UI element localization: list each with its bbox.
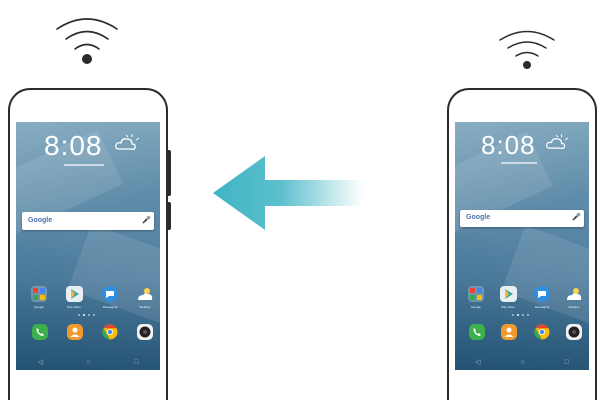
home-icon[interactable]: ○: [520, 359, 524, 366]
weather-cloud-icon: [115, 134, 140, 150]
camera-icon[interactable]: [137, 324, 153, 340]
left-phone: 8:08 Google 🎤 Google Play Store Messagin…: [8, 88, 171, 400]
app-label: Weather: [568, 305, 580, 309]
contacts-icon[interactable]: [67, 324, 83, 340]
mic-icon[interactable]: 🎤: [142, 216, 151, 224]
recents-icon[interactable]: □: [134, 359, 138, 366]
date-label: [501, 162, 537, 164]
app-label: Play Store: [67, 305, 81, 309]
back-icon[interactable]: ◁: [475, 358, 480, 366]
app-label: Messaging: [102, 305, 118, 309]
weather-app-icon[interactable]: [565, 286, 583, 302]
app-label: Google: [34, 305, 44, 309]
home-screen: 8:08 Google 🎤 Google Play Store Messagin…: [16, 122, 160, 370]
mic-icon[interactable]: 🎤: [572, 213, 581, 221]
google-folder-icon[interactable]: [468, 286, 484, 302]
wifi-icon: [499, 30, 555, 69]
date-label: [64, 164, 104, 166]
transfer-arrow-icon: [213, 156, 363, 230]
navigation-bar: ◁ ○ □: [16, 354, 160, 370]
navigation-bar: ◁ ○ □: [455, 354, 589, 370]
page-indicator: [512, 314, 529, 316]
messaging-icon[interactable]: [534, 286, 550, 302]
clock: 8:08: [481, 130, 536, 160]
page-indicator: [78, 314, 95, 316]
right-phone: 8:08 Google 🎤 Google Play Store Messagin…: [447, 88, 597, 400]
chrome-icon[interactable]: [534, 324, 550, 340]
google-logo: Google: [466, 214, 491, 221]
google-logo: Google: [28, 217, 53, 224]
volume-button: [166, 202, 171, 230]
search-bar[interactable]: Google 🎤: [22, 212, 154, 230]
contacts-icon[interactable]: [501, 324, 517, 340]
phone-icon[interactable]: [469, 324, 485, 340]
app-label: Weather: [139, 305, 151, 309]
weather-app-icon[interactable]: [136, 286, 154, 302]
recents-icon[interactable]: □: [565, 359, 569, 366]
clock: 8:08: [44, 130, 103, 161]
wifi-icon: [56, 18, 118, 64]
weather-cloud-icon: [546, 134, 569, 150]
app-label: Messaging: [534, 305, 550, 309]
play-store-icon[interactable]: [66, 286, 83, 302]
messaging-icon[interactable]: [102, 286, 118, 302]
phone-icon[interactable]: [32, 324, 48, 340]
back-icon[interactable]: ◁: [38, 358, 43, 366]
power-button: [166, 150, 171, 196]
play-store-icon[interactable]: [500, 286, 517, 302]
chrome-icon[interactable]: [102, 324, 118, 340]
search-bar[interactable]: Google 🎤: [460, 210, 584, 227]
home-screen: 8:08 Google 🎤 Google Play Store Messagin…: [455, 122, 589, 370]
app-label: Google: [471, 305, 481, 309]
camera-icon[interactable]: [566, 324, 582, 340]
google-folder-icon[interactable]: [31, 286, 47, 302]
app-label: Play Store: [501, 305, 515, 309]
home-icon[interactable]: ○: [86, 359, 90, 366]
